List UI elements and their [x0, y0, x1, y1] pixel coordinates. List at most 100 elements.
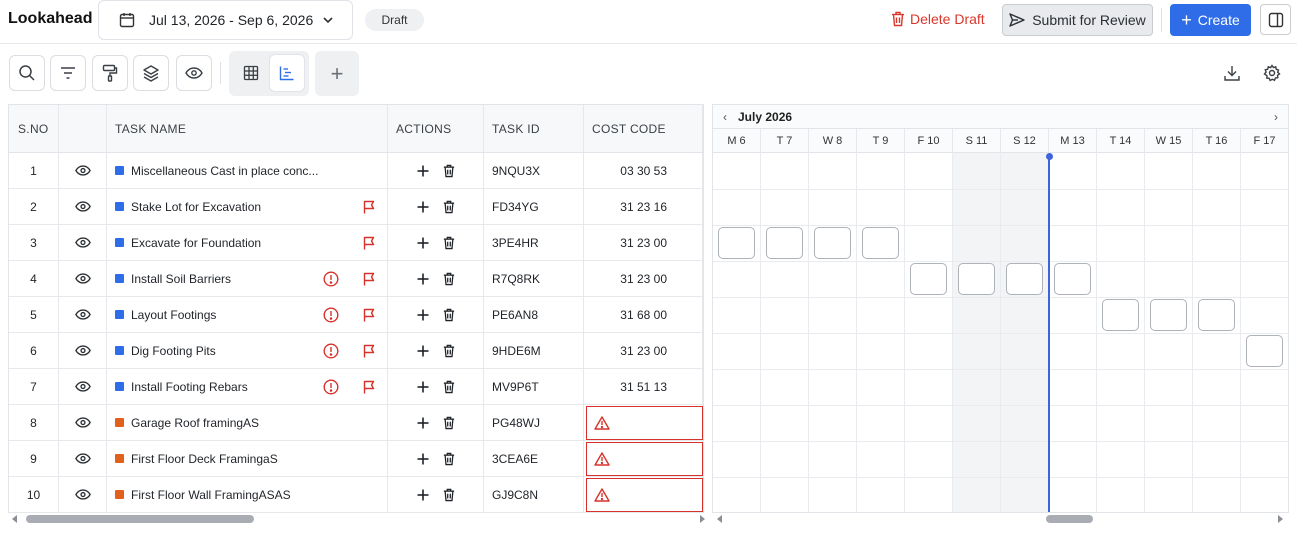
eye-icon[interactable] — [74, 165, 91, 176]
table-horizontal-scrollbar[interactable] — [8, 513, 712, 525]
row-visibility[interactable] — [59, 189, 107, 224]
row-task-name-cell[interactable]: Dig Footing Pits — [107, 333, 388, 368]
add-subtask-icon[interactable] — [417, 345, 429, 357]
gantt-task-day-box[interactable] — [1150, 299, 1187, 331]
date-range-picker[interactable]: Jul 13, 2026 - Sep 6, 2026 — [98, 0, 353, 40]
table-row[interactable]: 1 Miscellaneous Cast in place conc... 9NQU… — [9, 153, 703, 189]
cost-code-error[interactable] — [586, 478, 703, 512]
cost-code-error[interactable] — [586, 406, 703, 440]
row-visibility[interactable] — [59, 225, 107, 260]
split-handle[interactable] — [703, 104, 712, 513]
table-row[interactable]: 10 First Floor Wall FramingASAS GJ9C8N — [9, 477, 703, 513]
table-row[interactable]: 2 Stake Lot for Excavation FD34YG 31 23 16 — [9, 189, 703, 225]
delete-task-icon[interactable] — [443, 236, 455, 250]
gantt-view-button[interactable] — [270, 55, 304, 91]
delete-task-icon[interactable] — [443, 380, 455, 394]
cost-code-cell[interactable] — [584, 405, 703, 440]
add-subtask-icon[interactable] — [417, 309, 429, 321]
gantt-task-day-box[interactable] — [958, 263, 995, 295]
flag-icon[interactable] — [361, 235, 377, 251]
filter-button[interactable] — [50, 55, 86, 91]
search-button[interactable] — [9, 55, 45, 91]
cost-code[interactable]: 31 23 00 — [584, 261, 703, 296]
visibility-button[interactable] — [176, 55, 212, 91]
row-visibility[interactable] — [59, 441, 107, 476]
table-row[interactable]: 5 Layout Footings PE6AN8 31 68 00 — [9, 297, 703, 333]
cost-code-cell[interactable] — [584, 477, 703, 512]
gantt-task-day-box[interactable] — [1102, 299, 1139, 331]
add-subtask-icon[interactable] — [417, 381, 429, 393]
format-paint-button[interactable] — [92, 55, 128, 91]
scroll-right-arrow-icon[interactable] — [1278, 515, 1283, 523]
scrollbar-thumb[interactable] — [1046, 515, 1093, 523]
row-task-name-cell[interactable]: Layout Footings — [107, 297, 388, 332]
download-icon[interactable] — [1223, 64, 1241, 82]
row-visibility[interactable] — [59, 261, 107, 296]
add-subtask-icon[interactable] — [417, 237, 429, 249]
add-subtask-icon[interactable] — [417, 489, 429, 501]
eye-icon[interactable] — [74, 381, 91, 392]
cost-code[interactable]: 03 30 53 — [584, 153, 703, 188]
table-row[interactable]: 4 Install Soil Barriers R7Q8RK 31 23 00 — [9, 261, 703, 297]
row-visibility[interactable] — [59, 333, 107, 368]
add-subtask-icon[interactable] — [417, 417, 429, 429]
column-header-task-name[interactable]: TASK NAME — [107, 105, 388, 152]
create-button[interactable]: + Create — [1170, 4, 1251, 36]
row-task-name-cell[interactable]: Garage Roof framingAS — [107, 405, 388, 440]
row-task-name-cell[interactable]: First Floor Wall FramingASAS — [107, 477, 388, 512]
alert-circle-icon[interactable] — [323, 379, 339, 395]
eye-icon[interactable] — [74, 273, 91, 284]
eye-icon[interactable] — [74, 489, 91, 500]
flag-icon[interactable] — [361, 199, 377, 215]
scroll-right-arrow-icon[interactable] — [700, 515, 705, 523]
row-task-name-cell[interactable]: First Floor Deck FramingaS — [107, 441, 388, 476]
prev-month-icon[interactable]: ‹ — [723, 110, 727, 124]
cost-code[interactable]: 31 23 00 — [584, 333, 703, 368]
gantt-task-day-box[interactable] — [1246, 335, 1283, 367]
delete-task-icon[interactable] — [443, 452, 455, 466]
column-header-cost-code[interactable]: COST CODE — [584, 105, 703, 152]
grid-view-button[interactable] — [234, 55, 268, 91]
eye-icon[interactable] — [74, 345, 91, 356]
table-row[interactable]: 3 Excavate for Foundation 3PE4HR 31 23 00 — [9, 225, 703, 261]
add-view-button[interactable]: + — [315, 51, 359, 96]
scroll-left-arrow-icon[interactable] — [717, 515, 722, 523]
flag-icon[interactable] — [361, 343, 377, 359]
add-subtask-icon[interactable] — [417, 273, 429, 285]
row-task-name-cell[interactable]: Install Soil Barriers — [107, 261, 388, 296]
cost-code-cell[interactable] — [584, 441, 703, 476]
delete-task-icon[interactable] — [443, 488, 455, 502]
scroll-left-arrow-icon[interactable] — [12, 515, 17, 523]
alert-circle-icon[interactable] — [323, 343, 339, 359]
gantt-horizontal-scrollbar[interactable] — [712, 513, 1289, 525]
row-task-name-cell[interactable]: Stake Lot for Excavation — [107, 189, 388, 224]
table-row[interactable]: 7 Install Footing Rebars MV9P6T 31 51 13 — [9, 369, 703, 405]
flag-icon[interactable] — [361, 379, 377, 395]
column-header-task-id[interactable]: TASK ID — [484, 105, 584, 152]
cost-code-error[interactable] — [586, 442, 703, 476]
gantt-task-day-box[interactable] — [766, 227, 803, 259]
gantt-task-day-box[interactable] — [862, 227, 899, 259]
gantt-task-day-box[interactable] — [1006, 263, 1043, 295]
eye-icon[interactable] — [74, 453, 91, 464]
delete-task-icon[interactable] — [443, 164, 455, 178]
column-header-sno[interactable]: S.NO — [9, 105, 59, 152]
gantt-task-day-box[interactable] — [814, 227, 851, 259]
row-visibility[interactable] — [59, 297, 107, 332]
eye-icon[interactable] — [74, 201, 91, 212]
settings-icon[interactable] — [1263, 64, 1281, 82]
alert-circle-icon[interactable] — [323, 271, 339, 287]
flag-icon[interactable] — [361, 271, 377, 287]
toggle-panel-button[interactable] — [1260, 4, 1291, 35]
add-subtask-icon[interactable] — [417, 453, 429, 465]
row-task-name-cell[interactable]: Install Footing Rebars — [107, 369, 388, 404]
delete-task-icon[interactable] — [443, 200, 455, 214]
eye-icon[interactable] — [74, 309, 91, 320]
cost-code[interactable]: 31 51 13 — [584, 369, 703, 404]
table-row[interactable]: 8 Garage Roof framingAS PG48WJ — [9, 405, 703, 441]
add-subtask-icon[interactable] — [417, 165, 429, 177]
gantt-task-day-box[interactable] — [910, 263, 947, 295]
cost-code[interactable]: 31 68 00 — [584, 297, 703, 332]
cost-code[interactable]: 31 23 00 — [584, 225, 703, 260]
row-visibility[interactable] — [59, 153, 107, 188]
